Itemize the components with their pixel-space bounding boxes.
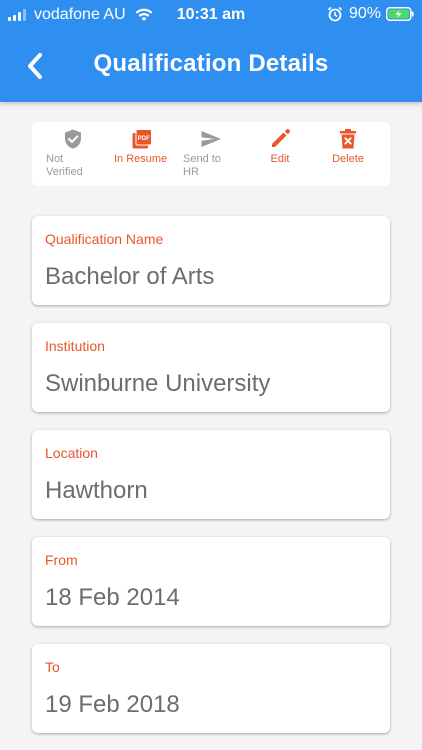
from-date-label: From: [45, 552, 78, 568]
title-bar: Qualification Details: [0, 30, 422, 102]
from-date-value: 18 Feb 2014: [45, 584, 180, 611]
action-toolbar: Not Verified PDF In Resume Send to HR Ed…: [32, 122, 390, 186]
delete-button[interactable]: Delete: [328, 128, 368, 184]
qualification-name-value: Bachelor of Arts: [45, 263, 215, 290]
to-date-label: To: [45, 659, 60, 675]
to-date-value: 19 Feb 2018: [45, 691, 180, 718]
shield-check-icon: [65, 129, 81, 149]
send-to-hr-button[interactable]: Send to HR: [183, 128, 233, 184]
qualification-name-label: Qualification Name: [45, 231, 164, 247]
delete-label: Delete: [332, 153, 364, 165]
institution-label: Institution: [45, 338, 105, 354]
send-to-hr-label: Send to HR: [183, 153, 221, 178]
institution-card: Institution Swinburne University: [32, 323, 390, 412]
status-right: 90%: [327, 5, 414, 23]
pencil-icon: [272, 128, 291, 147]
from-date-card: From 18 Feb 2014: [32, 537, 390, 626]
trash-icon: [340, 129, 356, 149]
institution-value: Swinburne University: [45, 370, 271, 397]
not-verified-button[interactable]: Not Verified: [46, 128, 96, 184]
edit-button[interactable]: Edit: [262, 128, 298, 184]
pdf-icon: PDF: [132, 129, 152, 149]
battery-icon: [386, 7, 414, 21]
status-bar: vodafone AU 10:31 am 90%: [0, 0, 422, 30]
edit-label: Edit: [270, 153, 290, 165]
location-label: Location: [45, 445, 98, 461]
battery-percent: 90%: [348, 5, 381, 22]
to-date-card: To 19 Feb 2018: [32, 644, 390, 733]
not-verified-label: Not Verified: [46, 153, 83, 178]
in-resume-label: In Resume: [114, 153, 168, 165]
page-title: Qualification Details: [93, 50, 329, 77]
app-header: vodafone AU 10:31 am 90% Qualification D…: [0, 0, 422, 102]
alarm-icon: [327, 6, 343, 22]
location-card: Location Hawthorn: [32, 430, 390, 519]
qualification-name-card: Qualification Name Bachelor of Arts: [32, 216, 390, 305]
svg-text:PDF: PDF: [138, 136, 150, 142]
location-value: Hawthorn: [45, 477, 148, 504]
send-icon: [201, 131, 221, 147]
in-resume-button[interactable]: PDF In Resume: [114, 128, 174, 184]
